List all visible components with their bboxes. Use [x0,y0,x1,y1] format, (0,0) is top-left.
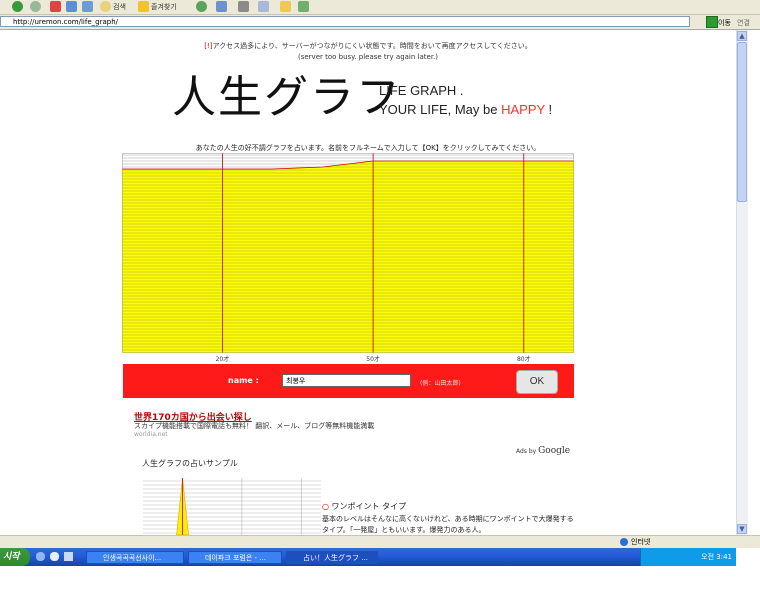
sample-description-line1: 基本のレベルはそんなに高くないけれど、ある時期にワンポイントで大爆発する [322,515,574,523]
favorites-label[interactable]: 즐겨찾기 [151,2,177,12]
sample-plot-background [143,478,321,535]
favorites-icon[interactable] [138,1,149,12]
links-label[interactable]: 연결 [737,18,750,28]
globe-icon [620,538,628,546]
x-tick-label: 20才 [216,355,230,363]
refresh-icon[interactable] [66,1,77,12]
x-tick-label: 50才 [366,355,380,363]
edit-icon[interactable] [258,1,269,12]
google-logo: Google [538,446,571,456]
server-notice-en: (server too busy. please try again later… [297,53,439,61]
title-en-happy: HAPPY [501,102,545,117]
home-icon[interactable] [82,1,93,12]
notice-text: アクセス過多により、サーバーがつながりにくい状態です。時間をおいて再度アクセスし… [212,42,532,50]
browser-toolbar: 검색 즐겨찾기 [0,0,760,15]
quicklaunch-icon[interactable] [36,552,45,561]
status-bar: 인터넷 [0,535,760,548]
scroll-up-button[interactable]: ▲ [737,31,747,41]
folder-icon[interactable] [280,1,291,12]
status-zone: 인터넷 [631,538,651,546]
name-hint: (例：山田太郎) [420,380,461,387]
title-en-line1: LIFE GRAPH . [379,83,464,98]
scroll-thumb[interactable] [737,42,747,202]
ok-button[interactable]: OK [516,370,558,394]
history-icon[interactable] [196,1,207,12]
sample-type-name: ワンポイント タイプ [331,502,407,511]
taskbar-task-active[interactable]: 占い！人生グラフ ... [286,551,378,564]
messenger-icon[interactable] [298,1,309,12]
taskbar-task[interactable]: 인생곡곡곡선사이... [86,551,184,564]
quicklaunch-icon[interactable] [50,552,59,561]
forward-icon[interactable] [30,1,41,12]
sample-graph-chart [143,478,321,535]
start-button[interactable]: 시작 [0,548,30,566]
search-label[interactable]: 검색 [113,2,126,12]
print-icon[interactable] [238,1,249,12]
ad-url[interactable]: worldia.net [134,431,168,438]
quicklaunch-icon[interactable] [64,552,73,561]
back-icon[interactable] [12,1,23,12]
url-input[interactable]: http://uremon.com/life_graph/ [0,16,690,27]
ads-by-text: Ads by [516,448,539,455]
clock: 오전 3:41 [701,553,732,561]
server-notice: [!]アクセス過多により、サーバーがつながりにくい状態です。時間をおいて再度アク… [0,41,736,51]
search-icon[interactable] [100,1,111,12]
name-input[interactable] [282,374,411,387]
sample-title: 人生グラフの占いサンプル [142,459,238,468]
stop-icon[interactable] [50,1,61,12]
go-button[interactable]: 이동 [718,18,731,28]
sample-type: ○ ワンポイント タイプ [322,501,406,512]
ads-by-google[interactable]: Ads by Google [516,446,570,456]
title-en-suffix: ! [544,102,553,117]
life-graph-axis: 20才 50才 80才 [216,355,531,363]
sample-description-line2: タイプ。「一発屋」ともいいます。爆発力のある人。 [322,526,486,534]
instruction-text: あなたの人生の好不調グラフを占います。名前をフルネームで入力して【OK】をクリッ… [195,144,541,152]
sample-type-mark: ○ [322,502,329,511]
ad-description: スカイプ機能搭載で国際電話も無料！ 翻訳、メール、ブログ等無料機能満載 [134,422,375,430]
name-label: name : [228,376,259,385]
page-title: 人生グラフ [172,72,402,123]
title-en-prefix: YOUR LIFE, May be [379,102,502,117]
mail-icon[interactable] [216,1,227,12]
title-en-line2: YOUR LIFE, May be HAPPY ! [379,102,552,117]
x-tick-label: 80才 [517,355,531,363]
system-tray: 오전 3:41 [640,548,736,566]
life-graph-chart [122,153,574,353]
go-icon[interactable] [706,16,718,28]
taskbar-task[interactable]: 데이파크 포럼은 - ... [188,551,282,564]
scroll-down-button[interactable]: ▼ [737,524,747,534]
